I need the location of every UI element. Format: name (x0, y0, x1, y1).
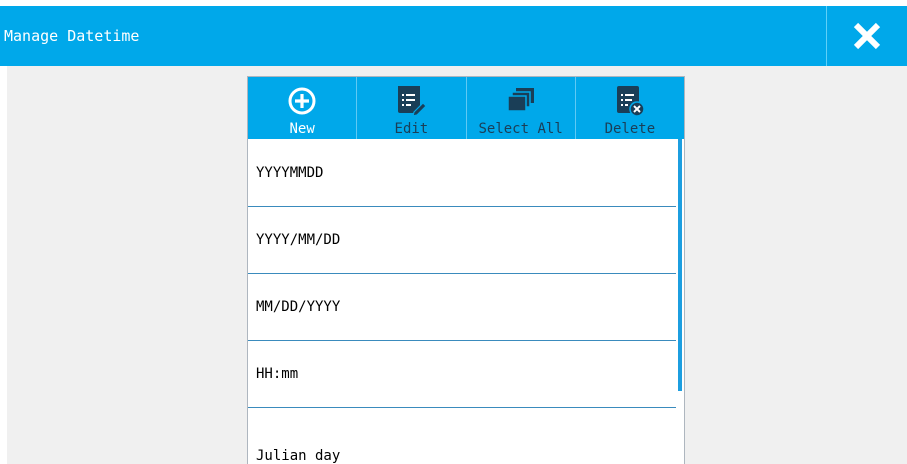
select-all-label: Select All (478, 121, 563, 137)
scrollbar-thumb[interactable] (678, 139, 682, 391)
list-item-label: YYYYMMDD (256, 164, 324, 181)
delete-button[interactable]: Delete (576, 77, 684, 139)
content-area: New Edit Select All Delete YYYYMMDD YYYY… (7, 66, 907, 464)
datetime-panel: New Edit Select All Delete YYYYMMDD YYYY… (247, 76, 685, 464)
title-bar: Manage Datetime (0, 6, 907, 66)
list-item-label: Julian day (256, 447, 341, 464)
window-title: Manage Datetime (4, 27, 140, 45)
close-button[interactable] (826, 6, 907, 66)
list-item[interactable]: MM/DD/YYYY (248, 274, 676, 341)
select-all-button[interactable]: Select All (467, 77, 576, 139)
new-button[interactable]: New (248, 77, 358, 139)
list-item-label: YYYY/MM/DD (256, 232, 341, 248)
list-item[interactable]: HH:mm (248, 341, 676, 408)
delete-icon (613, 84, 647, 118)
delete-label: Delete (604, 121, 656, 137)
edit-icon (394, 84, 428, 118)
list-item-label: MM/DD/YYYY (256, 299, 341, 315)
datetime-format-list: YYYYMMDD YYYY/MM/DD MM/DD/YYYY HH:mm Jul… (248, 139, 676, 464)
select-all-icon (504, 84, 538, 118)
app-window: Manage Datetime New Edit Select All Dele… (0, 0, 907, 464)
toolbar: New Edit Select All Delete (248, 77, 684, 139)
list-item[interactable]: Julian day (248, 408, 676, 464)
edit-button[interactable]: Edit (357, 77, 467, 139)
new-label: New (289, 121, 315, 137)
scrollbar[interactable] (676, 139, 684, 464)
plus-circle-icon (285, 84, 319, 118)
list-item-label: HH:mm (256, 366, 299, 382)
edit-label: Edit (394, 121, 429, 137)
list-item[interactable]: YYYYMMDD (248, 139, 676, 207)
list-item[interactable]: YYYY/MM/DD (248, 207, 676, 274)
close-icon (853, 22, 881, 50)
